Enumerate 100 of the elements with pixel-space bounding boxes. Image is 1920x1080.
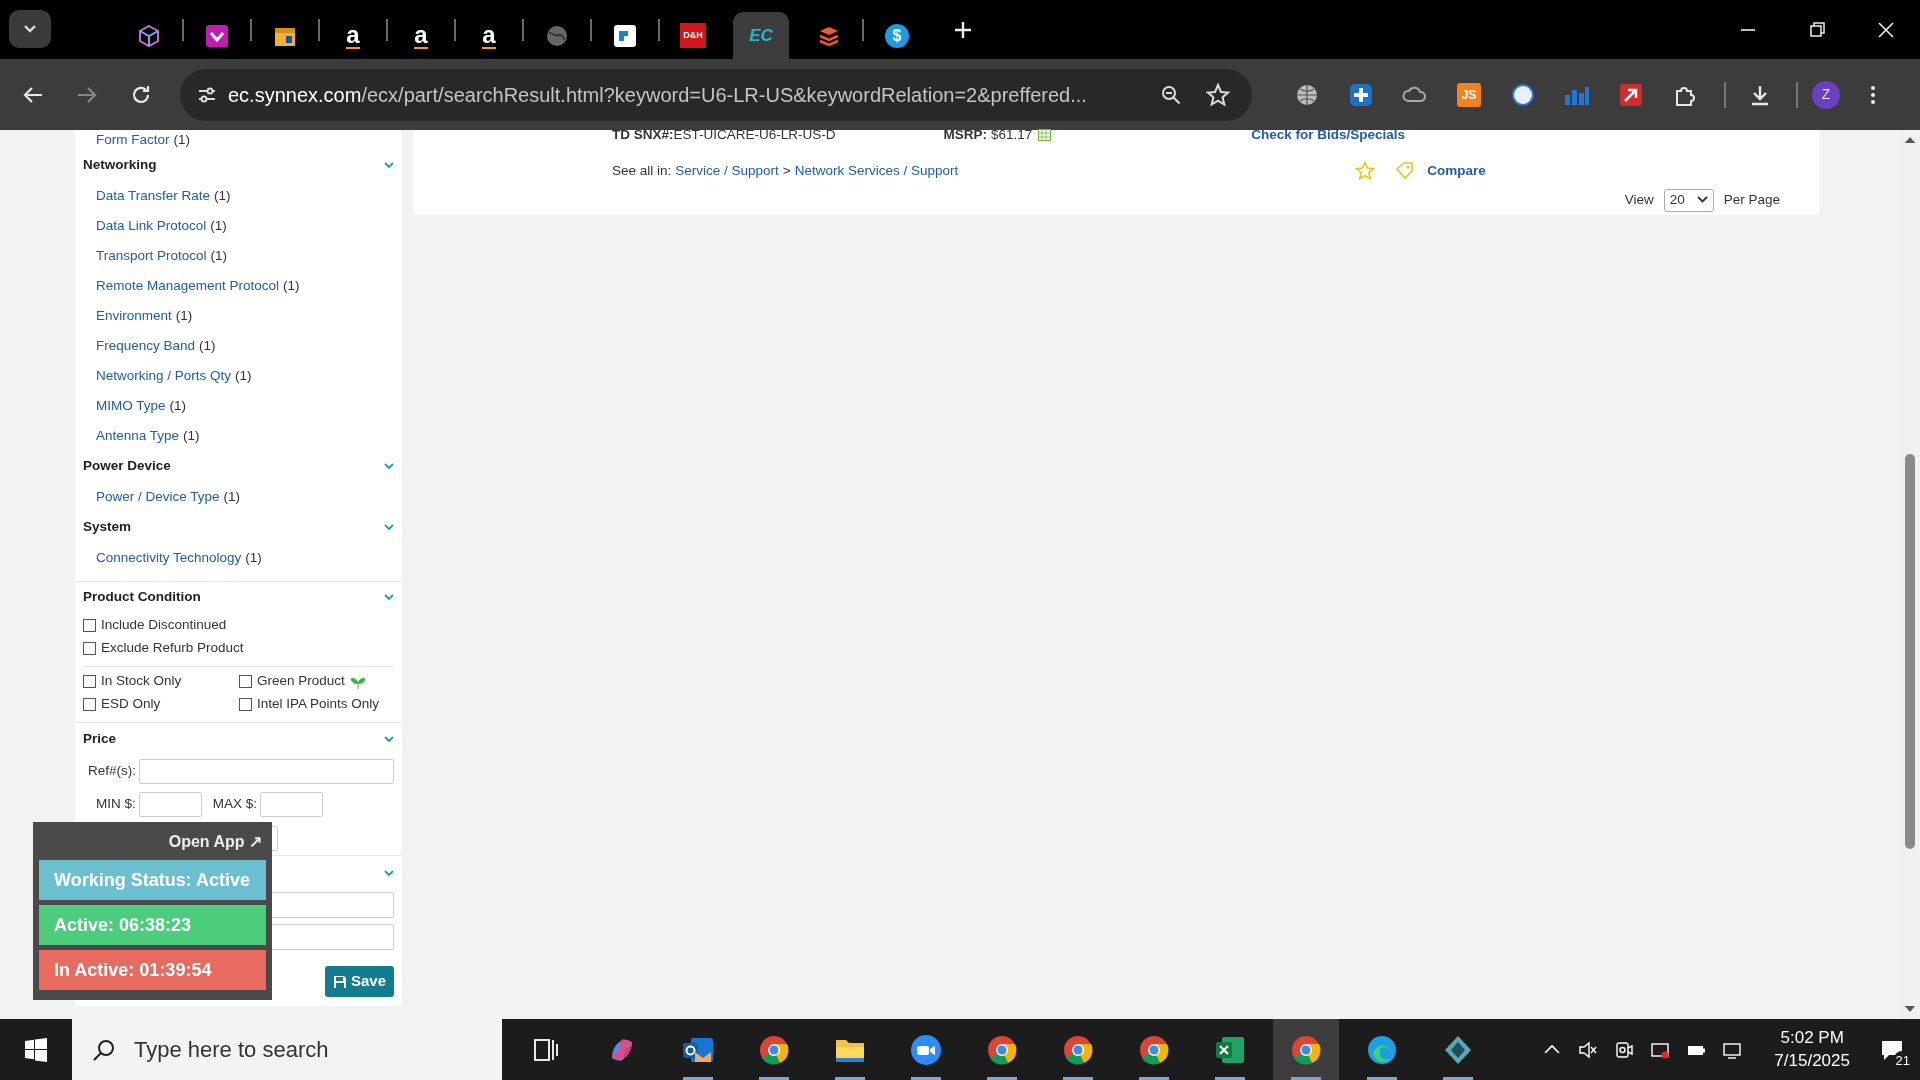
browser-tab[interactable]: a <box>325 12 381 59</box>
filter-link[interactable]: MIMO Type <box>96 395 166 417</box>
checkbox[interactable] <box>83 698 96 711</box>
cross-icon[interactable] <box>1349 82 1373 107</box>
input-field[interactable] <box>139 759 394 784</box>
profile-avatar[interactable]: Z <box>1812 80 1840 109</box>
checkbox-label: In Stock Only <box>101 672 182 691</box>
chevron-icon[interactable] <box>384 869 394 877</box>
field-label: TD SNX#: <box>612 125 674 144</box>
chevron-icon[interactable] <box>384 524 394 531</box>
restore-icon <box>1807 20 1826 39</box>
checkbox-label: Intel IPA Points Only <box>257 695 380 714</box>
checkbox-label: ESD Only <box>101 695 161 714</box>
filter-count: (1) <box>214 186 231 205</box>
checkbox-label: Include Discontinued <box>101 616 227 635</box>
filter-count: (1) <box>210 246 228 265</box>
camera-icon[interactable] <box>1614 1039 1635 1060</box>
url-path: /ecx/part/searchResult.html?keyword=U6-LR-US&keywordRelation=2&preffered... <box>361 82 1087 108</box>
tab-logo: EC <box>749 24 773 47</box>
taskbar-search-field[interactable]: Type here to search <box>72 1019 502 1080</box>
notification-button[interactable]: 21 <box>1872 1024 1912 1075</box>
close-icon <box>1876 20 1895 39</box>
search-placeholder: Type here to search <box>134 1036 329 1064</box>
section-heading: Price <box>83 729 117 748</box>
filter-count: (1) <box>199 336 216 355</box>
field-label: MAX $: <box>212 795 258 814</box>
address-bar[interactable]: ec.synnex.com/ecx/part/searchResult.html?keyword=U6-LR-US&keywordRelation=2&preffered... <box>180 68 1252 121</box>
checkbox[interactable] <box>83 642 96 655</box>
filter-link[interactable]: Frequency Band <box>96 335 196 357</box>
browser-tab[interactable]: EC <box>733 12 789 59</box>
filter-link[interactable]: Networking / Ports Qty <box>96 365 232 387</box>
start-icon[interactable] <box>24 1037 48 1062</box>
browser-icon <box>1138 1033 1170 1066</box>
scroll-down-icon <box>1905 1006 1915 1013</box>
status-bar: In Active: 01:39:54 <box>39 950 266 990</box>
checkbox[interactable] <box>83 675 96 688</box>
breadcrumb-link[interactable]: Service / Support <box>675 160 779 182</box>
globe-icon[interactable] <box>1295 82 1319 107</box>
filter-link[interactable]: Power / Device Type <box>96 486 220 508</box>
breadcrumb-link[interactable]: Network Services / Support <box>794 160 959 182</box>
input-field[interactable] <box>138 792 202 817</box>
calendar-icon <box>1038 129 1052 141</box>
status-bar: Working Status: Active <box>39 860 266 900</box>
filter-count: (1) <box>283 276 300 295</box>
browser-tab[interactable]: a <box>461 12 517 59</box>
price-text: $61.17 <box>991 125 1033 144</box>
bids-link[interactable]: Check for Bids/Specials <box>1251 124 1406 146</box>
checkbox[interactable] <box>239 698 252 711</box>
tab-search-button[interactable] <box>9 10 51 48</box>
chevron-icon[interactable] <box>384 162 394 169</box>
per-page-select[interactable]: 20 <box>1663 188 1714 212</box>
tab-logo: D&H <box>680 22 706 49</box>
ribbon-icon <box>205 23 229 48</box>
taskbar-app[interactable] <box>1273 1019 1339 1080</box>
speaker-muted-icon[interactable] <box>1578 1039 1599 1060</box>
scrollbar-thumb[interactable] <box>1905 454 1915 849</box>
search-icon <box>92 1037 116 1062</box>
browser-icon <box>1290 1033 1322 1066</box>
circle-icon[interactable] <box>1511 82 1535 107</box>
filter-link[interactable]: Data Transfer Rate <box>96 185 211 207</box>
compare-link[interactable]: Compare <box>1427 160 1486 182</box>
cube-icon <box>137 23 161 48</box>
field-label: MIN $: <box>96 795 136 814</box>
sku-number: EST-UICARE-U6-LR-US-D <box>673 125 837 144</box>
section-heading: Product Condition <box>83 587 201 606</box>
chevron-icon[interactable] <box>384 735 394 743</box>
zoom-icon[interactable] <box>1160 83 1182 106</box>
chevron-icon[interactable] <box>384 593 394 601</box>
filter-link[interactable]: Transport Protocol <box>96 245 207 267</box>
square-logo-icon <box>613 23 637 48</box>
checkbox[interactable] <box>83 619 96 632</box>
minimize-icon <box>1740 28 1755 31</box>
filter-count: (1) <box>223 487 241 506</box>
browser-tab[interactable]: a <box>393 12 449 59</box>
filter-link[interactable]: Data Link Protocol <box>96 215 207 237</box>
browser-icon <box>1062 1033 1094 1066</box>
filter-link[interactable]: Connectivity Technology <box>96 547 242 569</box>
tab-logo: a <box>414 22 428 49</box>
edge-browser-icon <box>1366 1033 1398 1066</box>
scroll-up-icon <box>1905 136 1915 143</box>
input-field[interactable] <box>260 792 324 817</box>
caret-icon <box>1696 196 1708 204</box>
field-label: Ref#(s): <box>88 762 136 781</box>
checkbox[interactable] <box>239 675 252 688</box>
caret-icon <box>23 24 37 34</box>
browser-tab[interactable]: D&H <box>665 12 721 59</box>
per-page-label: Per Page <box>1723 190 1780 209</box>
filter-count: (1) <box>210 216 227 235</box>
filter-link[interactable]: Environment <box>96 305 172 327</box>
filter-link[interactable]: Remote Management Protocol <box>96 275 280 297</box>
save-button[interactable]: Save <box>324 966 394 997</box>
open-app-link[interactable]: Open App ↗ <box>33 822 272 860</box>
bookmark-star-icon[interactable] <box>1206 82 1230 107</box>
video-app-icon <box>910 1033 942 1066</box>
filter-link[interactable]: Form Factor <box>96 129 170 151</box>
star-icon[interactable] <box>1355 161 1376 181</box>
filter-link[interactable]: Antenna Type <box>96 425 180 447</box>
chevron-icon[interactable] <box>384 463 394 470</box>
checkbox-label: Exclude Refurb Product <box>101 639 244 658</box>
filter-count: (1) <box>245 548 262 567</box>
